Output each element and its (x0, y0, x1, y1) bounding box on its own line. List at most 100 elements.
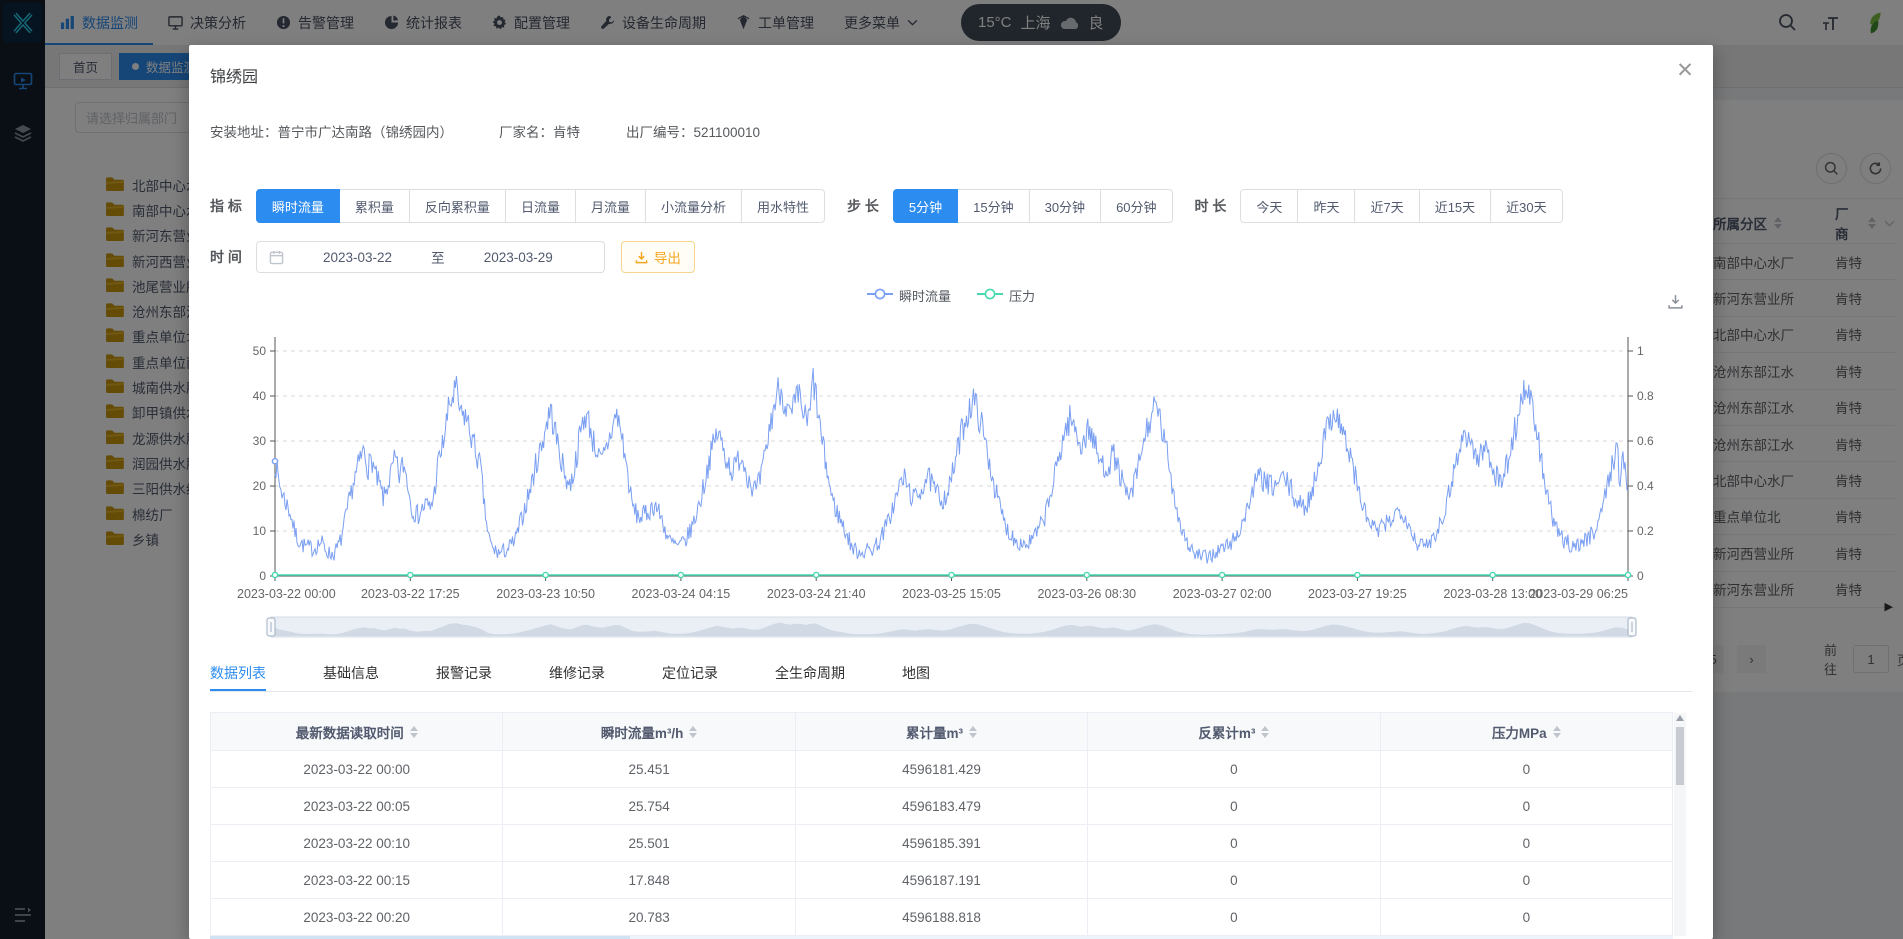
table-cell: 0 (1380, 751, 1673, 788)
data-list-table: 最新数据读取时间 瞬时流量m³/h 累计量m³ 反累计m³ 压力MPa 2023-03-… (210, 712, 1686, 936)
table-vertical-scrollbar[interactable] (1674, 713, 1686, 936)
indicator-option-小流量分析[interactable]: 小流量分析 (645, 189, 742, 223)
step-option-60分钟[interactable]: 60分钟 (1101, 189, 1173, 223)
table-cell: 0 (1380, 788, 1673, 825)
device-detail-modal: ✕ 锦绣园 安装地址：普宁市广达南路（锦绣园内） 厂家名：肯特 出厂编号：52110… (189, 45, 1713, 939)
info-安装地址: 安装地址：普宁市广达南路（锦绣园内） (210, 125, 453, 140)
svg-text:2023-03-23 10:50: 2023-03-23 10:50 (496, 587, 595, 601)
table-cell: 2023-03-22 00:15 (211, 862, 504, 899)
table-row[interactable]: 2023-03-22 00:10 25.501 4596185.391 0 0 (211, 825, 1673, 862)
table-cell: 0 (1088, 862, 1381, 899)
detail-tab-定位记录[interactable]: 定位记录 (662, 663, 718, 691)
chart-controls-row: 指 标 瞬时流量 累积量 反向累积量 日流量 月流量 小流量分析 用水特性 步 长 5分钟 1… (210, 189, 1692, 223)
close-icon[interactable]: ✕ (1673, 59, 1697, 83)
svg-text:2023-03-26 08:30: 2023-03-26 08:30 (1037, 587, 1136, 601)
table-cell: 17.848 (503, 862, 796, 899)
duration-option-今天[interactable]: 今天 (1240, 189, 1299, 223)
end-date-value[interactable]: 2023-03-29 (445, 250, 592, 265)
chart-canvas[interactable]: 0 10 20 30 40 50 0 0.2 0.4 0.6 0.8 1 2023-03-22 00:0… (210, 283, 1692, 643)
table-cell: 25.451 (503, 751, 796, 788)
export-button[interactable]: 导出 (620, 241, 695, 273)
legend-item-瞬时流量[interactable]: 瞬时流量 (866, 286, 951, 305)
table-row[interactable]: 2023-03-22 00:15 17.848 4596187.191 0 0 (211, 862, 1673, 899)
table-cell: 0 (1380, 899, 1673, 936)
sort-caret-icon[interactable] (1261, 725, 1270, 738)
svg-text:0.6: 0.6 (1637, 434, 1654, 448)
svg-text:50: 50 (253, 344, 267, 358)
start-date-value[interactable]: 2023-03-22 (284, 250, 431, 265)
download-icon (635, 251, 648, 263)
table-cell: 4596181.429 (795, 751, 1089, 788)
svg-text:2023-03-28 13:00: 2023-03-28 13:00 (1443, 587, 1542, 601)
table-row[interactable]: 2023-03-22 00:05 25.754 4596183.479 0 0 (211, 788, 1673, 825)
table-cell: 0 (1088, 825, 1381, 862)
svg-text:0.8: 0.8 (1637, 389, 1654, 403)
column-header-反累计m³[interactable]: 反累计m³ (1088, 713, 1381, 751)
column-header-label: 反累计m³ (1198, 725, 1256, 741)
svg-text:2023-03-24 21:40: 2023-03-24 21:40 (767, 587, 866, 601)
indicator-option-瞬时流量[interactable]: 瞬时流量 (255, 189, 340, 223)
column-header-label: 最新数据读取时间 (295, 725, 404, 741)
indicator-option-用水特性[interactable]: 用水特性 (741, 189, 825, 223)
svg-text:0.2: 0.2 (1637, 524, 1654, 538)
sort-caret-icon[interactable] (409, 725, 418, 738)
date-separator: 至 (431, 251, 445, 266)
column-header-最新数据读取时间[interactable]: 最新数据读取时间 (211, 713, 504, 751)
detail-tab-维修记录[interactable]: 维修记录 (549, 663, 605, 691)
detail-tab-全生命周期[interactable]: 全生命周期 (775, 663, 845, 691)
sort-caret-icon[interactable] (969, 725, 978, 738)
indicator-option-反向累积量[interactable]: 反向累积量 (409, 189, 506, 223)
detail-tab-报警记录[interactable]: 报警记录 (436, 663, 492, 691)
table-cell: 25.501 (503, 825, 796, 862)
duration-label: 时 长 (1194, 198, 1227, 214)
indicator-option-月流量[interactable]: 月流量 (575, 189, 646, 223)
svg-text:30: 30 (253, 434, 267, 448)
indicator-button-group: 瞬时流量 累积量 反向累积量 日流量 月流量 小流量分析 用水特性 (255, 189, 825, 223)
duration-option-近7天[interactable]: 近7天 (1355, 189, 1420, 223)
date-range-picker[interactable]: 2023-03-22 至 2023-03-29 (255, 241, 605, 273)
detail-tab-基础信息[interactable]: 基础信息 (323, 663, 379, 691)
step-option-5分钟[interactable]: 5分钟 (892, 189, 959, 223)
indicator-option-日流量[interactable]: 日流量 (505, 189, 576, 223)
step-button-group: 5分钟 15分钟 30分钟 60分钟 (892, 189, 1173, 223)
sort-caret-icon[interactable] (689, 725, 698, 738)
table-cell: 25.754 (503, 788, 796, 825)
svg-text:40: 40 (253, 389, 267, 403)
table-row[interactable]: 2023-03-22 00:20 20.783 4596188.818 0 0 (211, 899, 1673, 936)
legend-label: 瞬时流量 (898, 289, 951, 304)
table-cell: 0 (1088, 788, 1381, 825)
duration-button-group: 今天 昨天 近7天 近15天 近30天 (1240, 189, 1563, 223)
detail-tab-数据列表[interactable]: 数据列表 (210, 663, 266, 691)
detail-tabs: 数据列表 基础信息 报警记录 维修记录 定位记录 全生命周期 地图 (210, 663, 1692, 692)
step-option-30分钟[interactable]: 30分钟 (1029, 189, 1102, 223)
table-row[interactable]: 2023-03-22 00:00 25.451 4596181.429 0 0 (211, 751, 1673, 788)
step-option-15分钟[interactable]: 15分钟 (958, 189, 1030, 223)
table-cell: 4596187.191 (795, 862, 1089, 899)
column-header-瞬时流量m³/h[interactable]: 瞬时流量m³/h (503, 713, 796, 751)
svg-text:0.4: 0.4 (1637, 479, 1654, 493)
svg-text:0: 0 (259, 569, 266, 583)
time-range-row: 时 间 2023-03-22 至 2023-03-29 导出 (210, 241, 1692, 273)
column-header-压力MPa[interactable]: 压力MPa (1380, 713, 1673, 751)
detail-tab-地图[interactable]: 地图 (902, 663, 930, 691)
table-cell: 2023-03-22 00:05 (211, 788, 504, 825)
device-info-line: 安装地址：普宁市广达南路（锦绣园内） 厂家名：肯特 出厂编号：521100010 (210, 121, 1692, 141)
svg-text:20: 20 (253, 479, 267, 493)
app-screen: 数据监测决策分析告警管理统计报表配置管理设备生命周期工单管理更多菜单 15°C … (0, 0, 1903, 939)
duration-option-昨天[interactable]: 昨天 (1298, 189, 1356, 223)
legend-label: 压力 (1009, 289, 1036, 304)
info-出厂编号: 出厂编号：521100010 (626, 125, 761, 140)
legend-item-压力[interactable]: 压力 (977, 286, 1035, 305)
duration-option-近30天[interactable]: 近30天 (1491, 189, 1563, 223)
column-header-label: 累计量m³ (906, 725, 964, 741)
legend-marker-icon (866, 288, 893, 303)
indicator-option-累积量[interactable]: 累积量 (339, 189, 410, 223)
table-cell: 4596183.479 (795, 788, 1089, 825)
table-cell: 2023-03-22 00:00 (211, 751, 504, 788)
svg-text:1: 1 (1637, 344, 1644, 358)
svg-text:2023-03-24 04:15: 2023-03-24 04:15 (632, 587, 731, 601)
duration-option-近15天[interactable]: 近15天 (1419, 189, 1492, 223)
column-header-累计量m³[interactable]: 累计量m³ (795, 713, 1089, 751)
sort-caret-icon[interactable] (1552, 725, 1561, 738)
modal-title: 锦绣园 (210, 69, 259, 86)
